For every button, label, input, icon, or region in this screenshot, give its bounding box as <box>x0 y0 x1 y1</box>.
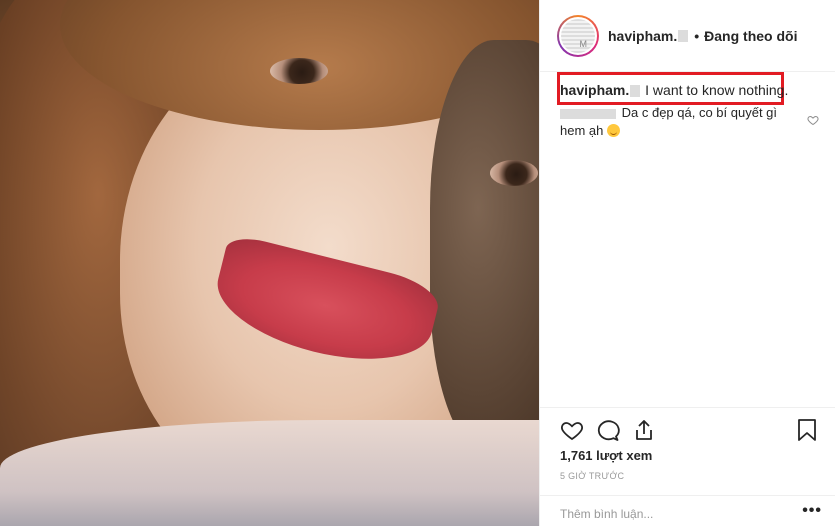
avatar-image: M <box>561 18 595 53</box>
more-options-button[interactable]: ••• <box>802 502 822 520</box>
header-username[interactable]: havipham. <box>608 28 677 44</box>
following-button[interactable]: Đang theo dõi <box>704 28 797 44</box>
view-count[interactable]: 1,761 lượt xem <box>560 448 652 463</box>
separator-dot: • <box>694 27 700 44</box>
shirt-collar <box>0 420 539 526</box>
comment-input[interactable]: Thêm bình luận... <box>560 507 653 521</box>
caption: havipham. I want to know nothing. <box>560 81 788 99</box>
heart-icon[interactable] <box>560 418 584 442</box>
add-comment-bar: Thêm bình luận... ••• <box>540 495 835 526</box>
post-time[interactable]: 5 GIỜ TRƯỚC <box>560 471 624 481</box>
smiling-face-emoji-icon <box>607 124 620 137</box>
redaction-block <box>678 29 689 42</box>
post-media[interactable] <box>0 0 539 526</box>
post-sidebar: M havipham. • Đang theo dõi havipham. I … <box>539 0 835 526</box>
eye-right <box>490 160 538 186</box>
hair-right-shape <box>430 40 539 460</box>
caption-text: I want to know nothing. <box>645 82 789 98</box>
post-header: M havipham. • Đang theo dõi <box>540 0 835 72</box>
redaction-block <box>630 85 641 98</box>
eye-left <box>270 58 328 84</box>
comment-bubble-icon[interactable] <box>596 418 620 442</box>
redacted-commenter[interactable] <box>560 108 616 119</box>
bookmark-icon[interactable] <box>796 418 818 442</box>
avatar[interactable]: M <box>557 14 599 57</box>
action-bar: 1,761 lượt xem 5 GIỜ TRƯỚC Thêm bình luậ… <box>540 407 835 526</box>
comment: Da c đẹp qá, co bí quyết gì hem ạh <box>560 104 785 140</box>
caption-username[interactable]: havipham. <box>560 82 629 98</box>
small-heart-icon[interactable] <box>807 114 819 126</box>
share-icon[interactable] <box>632 418 656 442</box>
